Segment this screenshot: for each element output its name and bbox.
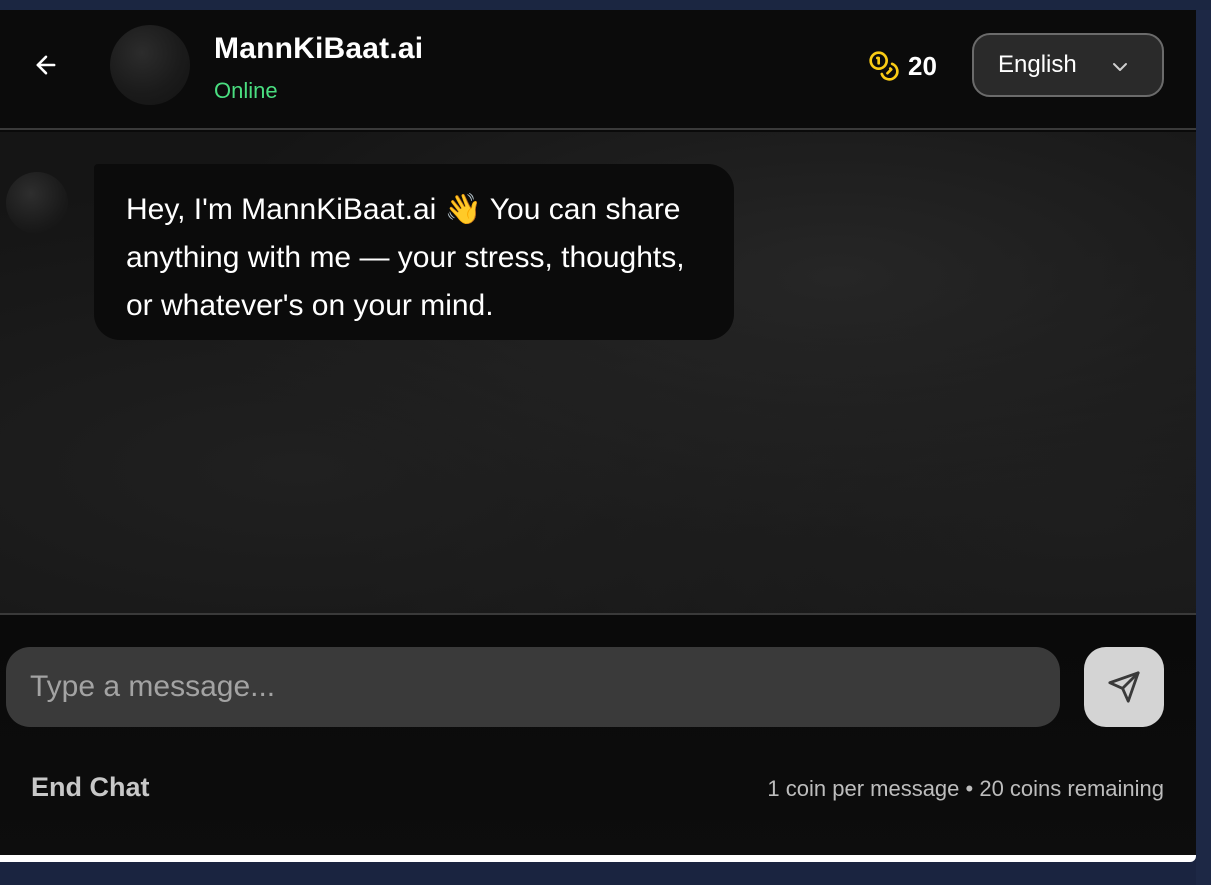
pricing-info: 1 coin per message • 20 coins remaining (767, 776, 1164, 801)
send-button[interactable] (1084, 647, 1164, 727)
arrow-left-icon (36, 55, 56, 75)
coin-balance: 20 (868, 50, 937, 82)
top-strip (0, 0, 1211, 10)
bot-avatar (6, 172, 68, 234)
message-list: Hey, I'm MannKiBaat.ai 👋 You can share a… (0, 132, 1196, 613)
language-label: English (998, 51, 1077, 78)
scrollbar-track (1196, 10, 1211, 885)
bot-message-bubble: Hey, I'm MannKiBaat.ai 👋 You can share a… (94, 164, 734, 340)
coin-count: 20 (908, 50, 937, 81)
language-select[interactable]: English (972, 33, 1164, 97)
message-input[interactable] (6, 647, 1060, 727)
send-icon (1108, 671, 1140, 703)
window-frame: MannKiBaat.ai Online 20 English Hey, I'm… (0, 0, 1211, 885)
coins-icon (869, 51, 899, 81)
chat-app: MannKiBaat.ai Online 20 English Hey, I'm… (0, 10, 1196, 860)
chat-header: MannKiBaat.ai Online 20 English (0, 10, 1196, 130)
chat-title: MannKiBaat.ai (214, 32, 424, 65)
bottom-edge (0, 855, 1196, 862)
end-chat-button[interactable]: End Chat (31, 772, 150, 803)
avatar (110, 25, 190, 105)
online-status: Online (214, 78, 278, 103)
back-button[interactable] (28, 47, 64, 83)
chevron-down-icon (1113, 63, 1127, 71)
composer-area: End Chat 1 coin per message • 20 coins r… (0, 615, 1196, 860)
message-text: Hey, I'm MannKiBaat.ai 👋 You can share a… (126, 193, 685, 322)
